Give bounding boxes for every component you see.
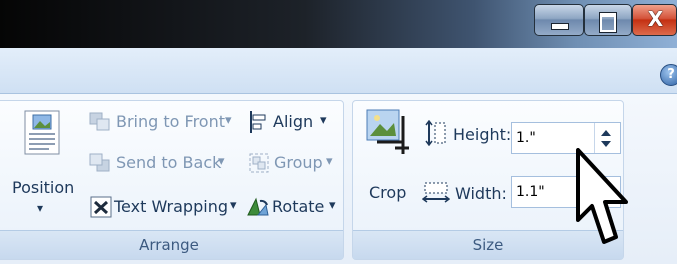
rotate-icon — [247, 197, 269, 216]
height-label: Height: — [453, 125, 512, 144]
crop-icon — [366, 109, 409, 154]
align-label: Align — [273, 112, 314, 131]
group-label: Group — [274, 153, 323, 172]
shape-height-icon — [425, 120, 446, 146]
bring-to-front-label: Bring to Front — [116, 112, 225, 131]
bring-to-front-dropdown-icon: ▾ — [225, 113, 232, 128]
send-to-back-icon — [89, 153, 110, 172]
maximize-icon — [599, 12, 617, 33]
arrange-group-label: Arrange — [0, 230, 343, 259]
send-to-back-label: Send to Back — [116, 153, 222, 172]
minimize-button[interactable] — [534, 4, 584, 36]
width-value: 1.1" — [516, 184, 545, 200]
close-button[interactable]: X — [632, 4, 677, 36]
ribbon-tab-strip — [0, 48, 677, 94]
chevron-down-icon: ▾ — [37, 201, 44, 215]
group-dropdown-icon: ▾ — [326, 154, 333, 169]
width-label: Width: — [455, 184, 507, 203]
text-wrapping-label: Text Wrapping — [114, 197, 228, 216]
bring-to-front-icon — [89, 112, 110, 131]
spin-down-icon[interactable] — [601, 141, 611, 147]
send-to-back-dropdown-icon: ▾ — [218, 154, 225, 169]
spin-up-icon[interactable] — [601, 130, 611, 136]
height-value: 1." — [516, 130, 536, 146]
close-icon: X — [647, 7, 664, 31]
shape-width-icon — [422, 182, 450, 203]
window-titlebar: X — [0, 0, 677, 48]
maximize-button[interactable] — [584, 4, 632, 36]
group-icon — [249, 153, 269, 173]
help-icon[interactable]: ? — [660, 64, 677, 86]
position-label: Position — [12, 178, 75, 197]
minimize-icon — [551, 23, 569, 30]
rotate-dropdown-icon: ▾ — [329, 198, 336, 213]
text-wrapping-dropdown-icon: ▾ — [230, 198, 237, 213]
rotate-label: Rotate — [272, 197, 325, 216]
align-dropdown-icon: ▾ — [320, 113, 327, 128]
mouse-cursor-icon — [576, 148, 628, 244]
crop-label: Crop — [369, 183, 407, 202]
text-wrapping-icon — [90, 196, 112, 218]
position-icon — [24, 110, 60, 155]
align-icon — [250, 111, 266, 133]
position-button[interactable]: Position ▾ — [4, 108, 80, 220]
